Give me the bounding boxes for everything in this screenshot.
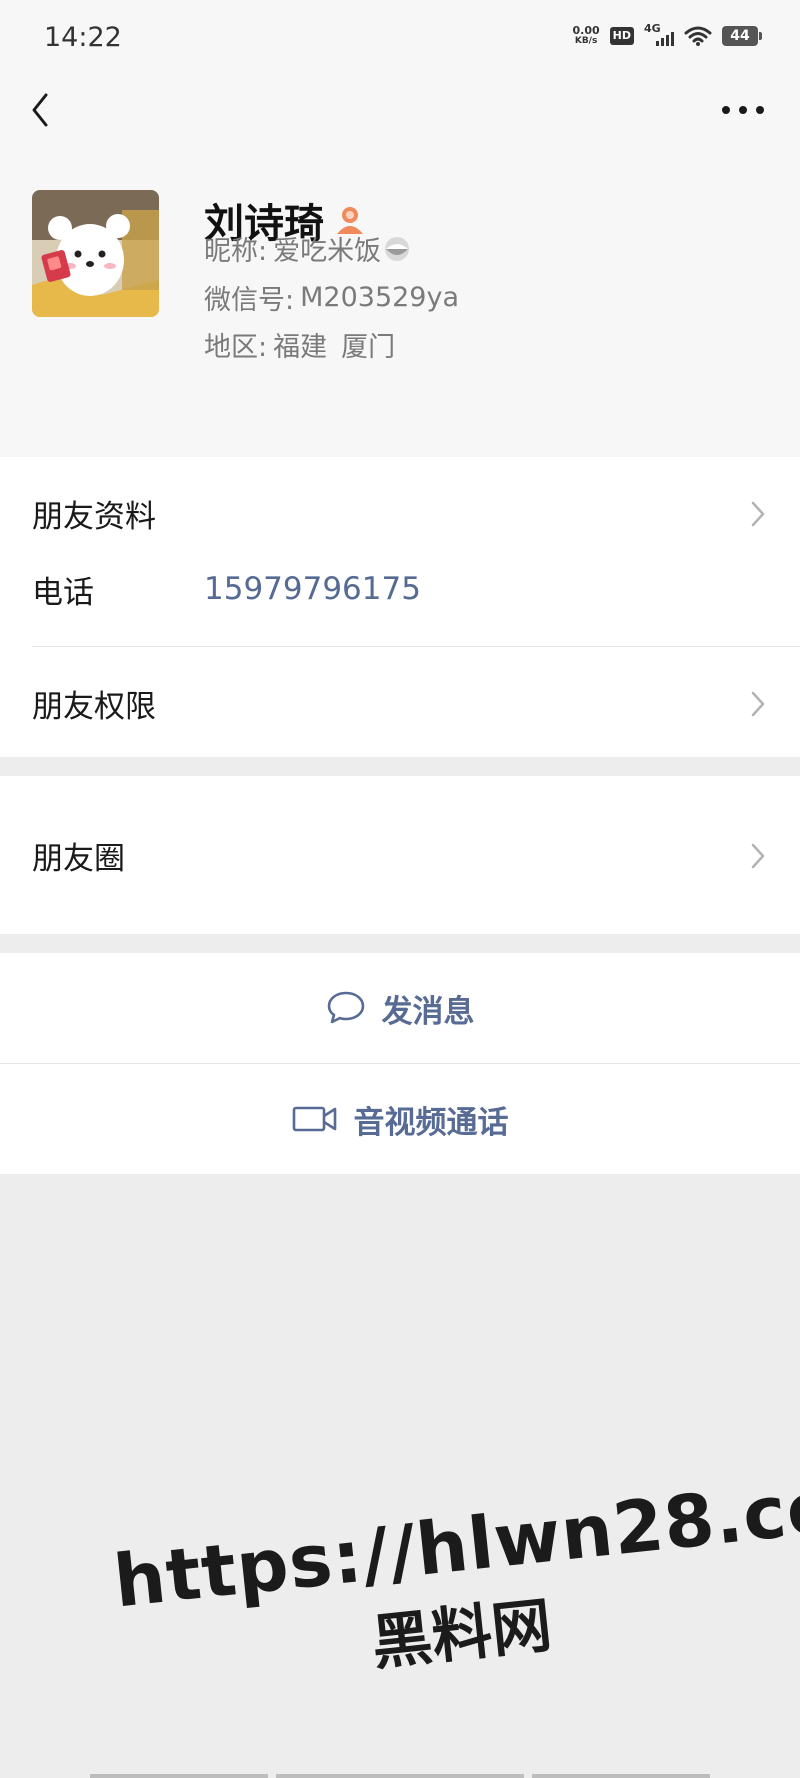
status-bar: 14:22 0.00 KB/s HD 4G 44 — [0, 0, 800, 75]
rice-bowl-emoji-icon — [385, 236, 410, 261]
chevron-right-icon — [751, 501, 765, 527]
divider — [32, 646, 800, 647]
send-message-button[interactable]: 发消息 — [0, 953, 800, 1063]
chevron-right-icon — [751, 843, 765, 869]
wechat-id-value: M203529ya — [300, 282, 459, 313]
moments-label: 朋友圈 — [32, 840, 125, 877]
home-indicator — [90, 1774, 268, 1778]
wechat-id-label: 微信号: — [204, 285, 295, 316]
home-indicator — [532, 1774, 710, 1778]
more-options-button[interactable] — [716, 85, 770, 135]
nickname-line: 昵称: 爱吃米饭 — [204, 229, 411, 268]
home-indicator — [276, 1774, 524, 1778]
region-label: 地区: — [204, 332, 268, 363]
friend-info-section: 朋友资料 电话 15979796175 朋友权限 — [0, 457, 800, 757]
chat-bubble-icon — [327, 991, 364, 1024]
battery-icon: 44 — [722, 26, 762, 46]
phone-number[interactable]: 15979796175 — [204, 571, 421, 607]
nickname-label: 昵称: — [204, 236, 268, 267]
network-speed-unit: KB/s — [574, 36, 598, 46]
moments-section: 朋友圈 — [0, 776, 800, 934]
moments-row[interactable]: 朋友圈 — [0, 817, 800, 893]
battery-level: 44 — [730, 28, 750, 44]
avatar-image — [32, 190, 159, 317]
region-province: 福建 — [273, 332, 328, 363]
nickname-value: 爱吃米饭 — [273, 236, 382, 267]
video-call-button[interactable]: 音视频通话 — [0, 1064, 800, 1174]
chevron-left-icon — [32, 93, 48, 127]
back-button[interactable] — [24, 85, 74, 135]
send-message-label: 发消息 — [381, 993, 475, 1030]
avatar[interactable] — [32, 190, 159, 317]
friend-info-row[interactable]: 朋友资料 — [0, 475, 800, 551]
status-icons: 0.00 KB/s HD 4G 44 — [573, 22, 762, 48]
wechat-id-line: 微信号: M203529ya — [204, 278, 459, 317]
nav-bar — [0, 75, 800, 145]
region-city: 厦门 — [341, 332, 396, 363]
wifi-icon — [684, 26, 712, 46]
phone-label: 电话 — [32, 574, 94, 611]
more-dots-icon — [722, 106, 764, 114]
friend-permissions-row[interactable]: 朋友权限 — [0, 665, 800, 741]
hd-icon: HD — [609, 27, 634, 45]
friend-info-label: 朋友资料 — [32, 498, 156, 535]
phone-row: 电话 15979796175 — [0, 551, 800, 627]
friend-permissions-label: 朋友权限 — [32, 688, 156, 725]
video-camera-icon — [292, 1106, 336, 1132]
region-line: 地区: 福建 厦门 — [204, 325, 395, 364]
watermark: https://hlwn28.com 黑料网 — [110, 1456, 800, 1708]
profile-header: 刘诗琦 昵称: 爱吃米饭 微信号: M203529ya 地区: 福建 厦门 — [0, 145, 800, 457]
status-time: 14:22 — [44, 22, 122, 53]
video-call-label: 音视频通话 — [353, 1104, 509, 1141]
cellular-signal-icon: 4G — [644, 22, 674, 48]
network-speed-value: 0.00 — [572, 24, 600, 37]
chevron-right-icon — [751, 691, 765, 717]
network-speed: 0.00 KB/s — [573, 25, 600, 47]
